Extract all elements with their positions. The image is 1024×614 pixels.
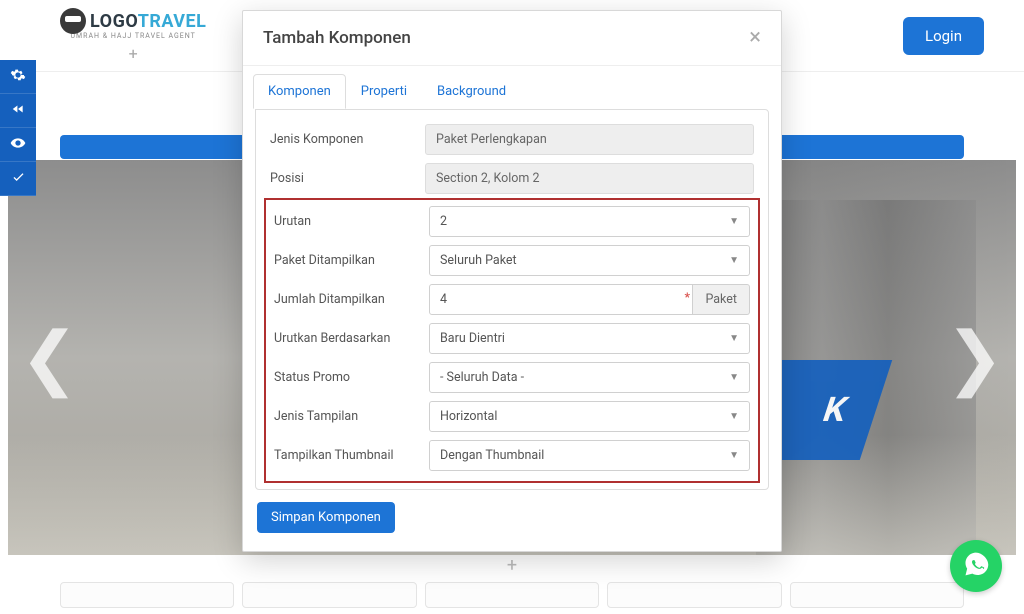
row-urutan: Urutan 2 ▼ (274, 206, 750, 237)
field-jenis-komponen: Paket Perlengkapan (425, 124, 754, 155)
modal-title: Tambah Komponen (263, 28, 411, 48)
close-icon: × (749, 25, 761, 50)
tab-background[interactable]: Background (422, 74, 521, 109)
form-body: Jenis Komponen Paket Perlengkapan Posisi… (255, 109, 769, 490)
row-jenis-tampilan: Jenis Tampilan Horizontal ▼ (274, 401, 750, 432)
chevron-down-icon: ▼ (729, 450, 739, 461)
row-paket-ditampilkan: Paket Ditampilkan Seluruh Paket ▼ (274, 245, 750, 276)
modal-close-button[interactable]: × (749, 27, 761, 49)
modal-tabs: Komponen Properti Background (243, 74, 781, 109)
select-tampilkan-thumbnail-value: Dengan Thumbnail (440, 448, 544, 463)
highlighted-section: Urutan 2 ▼ Paket Ditampilkan Seluruh Pak… (264, 198, 760, 483)
select-urutan-value: 2 (440, 214, 447, 229)
modal-header: Tambah Komponen × (243, 11, 781, 66)
chevron-down-icon: ▼ (729, 411, 739, 422)
label-jenis-tampilan: Jenis Tampilan (274, 409, 429, 424)
whatsapp-fab[interactable] (950, 540, 1002, 592)
whatsapp-icon (962, 550, 990, 582)
chevron-down-icon: ▼ (729, 255, 739, 266)
label-urutan: Urutan (274, 214, 429, 229)
select-status-promo-value: - Seluruh Data - (440, 370, 524, 385)
tab-komponen[interactable]: Komponen (253, 74, 346, 109)
row-posisi: Posisi Section 2, Kolom 2 (270, 163, 754, 194)
select-paket-ditampilkan[interactable]: Seluruh Paket ▼ (429, 245, 750, 276)
select-jenis-tampilan[interactable]: Horizontal ▼ (429, 401, 750, 432)
label-jenis-komponen: Jenis Komponen (270, 132, 425, 147)
field-posisi: Section 2, Kolom 2 (425, 163, 754, 194)
chevron-down-icon: ▼ (729, 372, 739, 383)
chevron-down-icon: ▼ (729, 216, 739, 227)
tab-properti[interactable]: Properti (346, 74, 422, 109)
select-tampilkan-thumbnail[interactable]: Dengan Thumbnail ▼ (429, 440, 750, 471)
row-jenis-komponen: Jenis Komponen Paket Perlengkapan (270, 124, 754, 155)
addon-paket: Paket (693, 284, 750, 315)
label-status-promo: Status Promo (274, 370, 429, 385)
row-jumlah-ditampilkan: Jumlah Ditampilkan 4 Paket * (274, 284, 750, 315)
label-urutkan-berdasarkan: Urutkan Berdasarkan (274, 331, 429, 346)
row-urutkan-berdasarkan: Urutkan Berdasarkan Baru Dientri ▼ (274, 323, 750, 354)
add-component-modal: Tambah Komponen × Komponen Properti Back… (242, 10, 782, 552)
select-paket-ditampilkan-value: Seluruh Paket (440, 253, 517, 268)
label-jumlah-ditampilkan: Jumlah Ditampilkan (274, 292, 429, 307)
row-status-promo: Status Promo - Seluruh Data - ▼ (274, 362, 750, 393)
select-urutan[interactable]: 2 ▼ (429, 206, 750, 237)
chevron-down-icon: ▼ (729, 333, 739, 344)
input-jumlah-ditampilkan-value: 4 (440, 292, 447, 307)
select-urutkan-berdasarkan[interactable]: Baru Dientri ▼ (429, 323, 750, 354)
select-jenis-tampilan-value: Horizontal (440, 409, 497, 424)
label-posisi: Posisi (270, 171, 425, 186)
label-paket-ditampilkan: Paket Ditampilkan (274, 253, 429, 268)
select-urutkan-berdasarkan-value: Baru Dientri (440, 331, 505, 346)
select-status-promo[interactable]: - Seluruh Data - ▼ (429, 362, 750, 393)
required-asterisk-icon: * (685, 290, 690, 304)
modal-footer: Simpan Komponen (243, 490, 781, 551)
label-tampilkan-thumbnail: Tampilkan Thumbnail (274, 448, 429, 463)
row-tampilkan-thumbnail: Tampilkan Thumbnail Dengan Thumbnail ▼ (274, 440, 750, 471)
input-jumlah-ditampilkan[interactable]: 4 (429, 284, 693, 315)
save-button[interactable]: Simpan Komponen (257, 502, 395, 533)
